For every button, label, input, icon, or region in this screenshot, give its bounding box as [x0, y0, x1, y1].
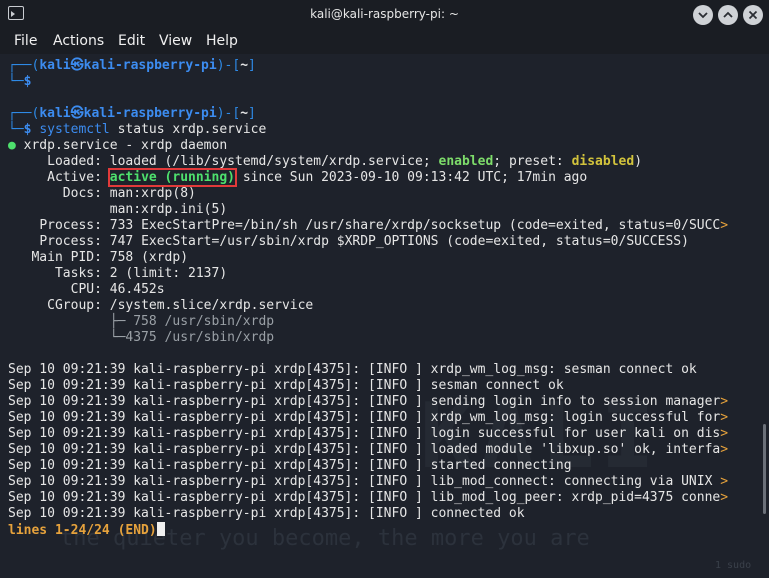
menu-view[interactable]: View: [159, 33, 192, 49]
command-line: └─$ systemctl status xrdp.service: [8, 122, 267, 137]
tasks-line: Tasks: 2 (limit: 2137): [54, 266, 228, 281]
close-icon: [748, 10, 758, 20]
close-button[interactable]: [743, 5, 763, 25]
terminal-output[interactable]: KALI the quieter you become, the more yo…: [0, 54, 769, 578]
loaded-line: Loaded: loaded (/lib/systemd/system/xrdp…: [47, 154, 643, 169]
menu-bar: File Actions Edit View Help: [0, 30, 769, 54]
mainpid-line: Main PID: 758 (xrdp): [31, 250, 189, 265]
menu-help[interactable]: Help: [206, 33, 238, 49]
process-line-1: Process: 733 ExecStartPre=/bin/sh /usr/s…: [39, 218, 729, 233]
active-status-badge: active (running): [107, 168, 238, 187]
log-line: Sep 10 09:21:39 kali-raspberry-pi xrdp[4…: [8, 442, 729, 457]
log-line: Sep 10 09:21:39 kali-raspberry-pi xrdp[4…: [8, 362, 697, 377]
log-line: Sep 10 09:21:39 kali-raspberry-pi xrdp[4…: [8, 410, 729, 425]
minimize-button[interactable]: [693, 5, 713, 25]
window-title: kali@kali-raspberry-pi: ~: [310, 7, 459, 21]
prompt-line-1-top: ┌──(kali㉿kali-raspberry-pi)-[~]: [8, 58, 256, 73]
pager-status[interactable]: lines 1-24/24 (END): [8, 522, 165, 538]
cgroup-line: CGroup: /system.slice/xrdp.service: [47, 298, 314, 313]
title-bar[interactable]: kali@kali-raspberry-pi: ~: [0, 0, 769, 30]
prompt-line-1-bottom: └─$: [8, 74, 32, 89]
maximize-button[interactable]: [718, 5, 738, 25]
menu-file[interactable]: File: [14, 33, 37, 49]
log-line: Sep 10 09:21:39 kali-raspberry-pi xrdp[4…: [8, 426, 729, 441]
prompt-line-2-top: ┌──(kali㉿kali-raspberry-pi)-[~]: [8, 106, 256, 121]
terminal-window: kali@kali-raspberry-pi: ~ File Actions E…: [0, 0, 769, 578]
command-name: systemctl: [39, 122, 110, 137]
chevron-down-icon: [698, 12, 708, 19]
log-line: Sep 10 09:21:39 kali-raspberry-pi xrdp[4…: [8, 490, 729, 505]
docs-line-1: Docs: man:xrdp(8): [62, 186, 196, 201]
unit-line: ● xrdp.service - xrdp daemon: [8, 138, 228, 153]
scrollbar[interactable]: [763, 424, 766, 514]
menu-edit[interactable]: Edit: [118, 33, 145, 49]
cgroup-tree-1: ├─ 758 /usr/sbin/xrdp: [109, 314, 275, 329]
docs-line-2: man:xrdp.ini(5): [109, 202, 228, 217]
log-line: Sep 10 09:21:39 kali-raspberry-pi xrdp[4…: [8, 474, 729, 489]
cpu-line: CPU: 46.452s: [70, 282, 165, 297]
command-args: status xrdp.service: [117, 122, 267, 137]
chevron-up-icon: [723, 11, 733, 18]
background-corner-text: 1 sudo: [715, 560, 752, 571]
log-line: Sep 10 09:21:39 kali-raspberry-pi xrdp[4…: [8, 458, 572, 473]
log-line: Sep 10 09:21:39 kali-raspberry-pi xrdp[4…: [8, 378, 564, 393]
text-cursor: [156, 522, 165, 536]
process-line-2: Process: 747 ExecStart=/usr/sbin/xrdp $X…: [39, 234, 689, 249]
log-line: Sep 10 09:21:39 kali-raspberry-pi xrdp[4…: [8, 506, 525, 521]
active-line: Active: active (running) since Sun 2023-…: [47, 168, 588, 187]
menu-actions[interactable]: Actions: [53, 33, 104, 49]
cgroup-tree-2: └─4375 /usr/sbin/xrdp: [109, 330, 275, 345]
log-line: Sep 10 09:21:39 kali-raspberry-pi xrdp[4…: [8, 394, 729, 409]
